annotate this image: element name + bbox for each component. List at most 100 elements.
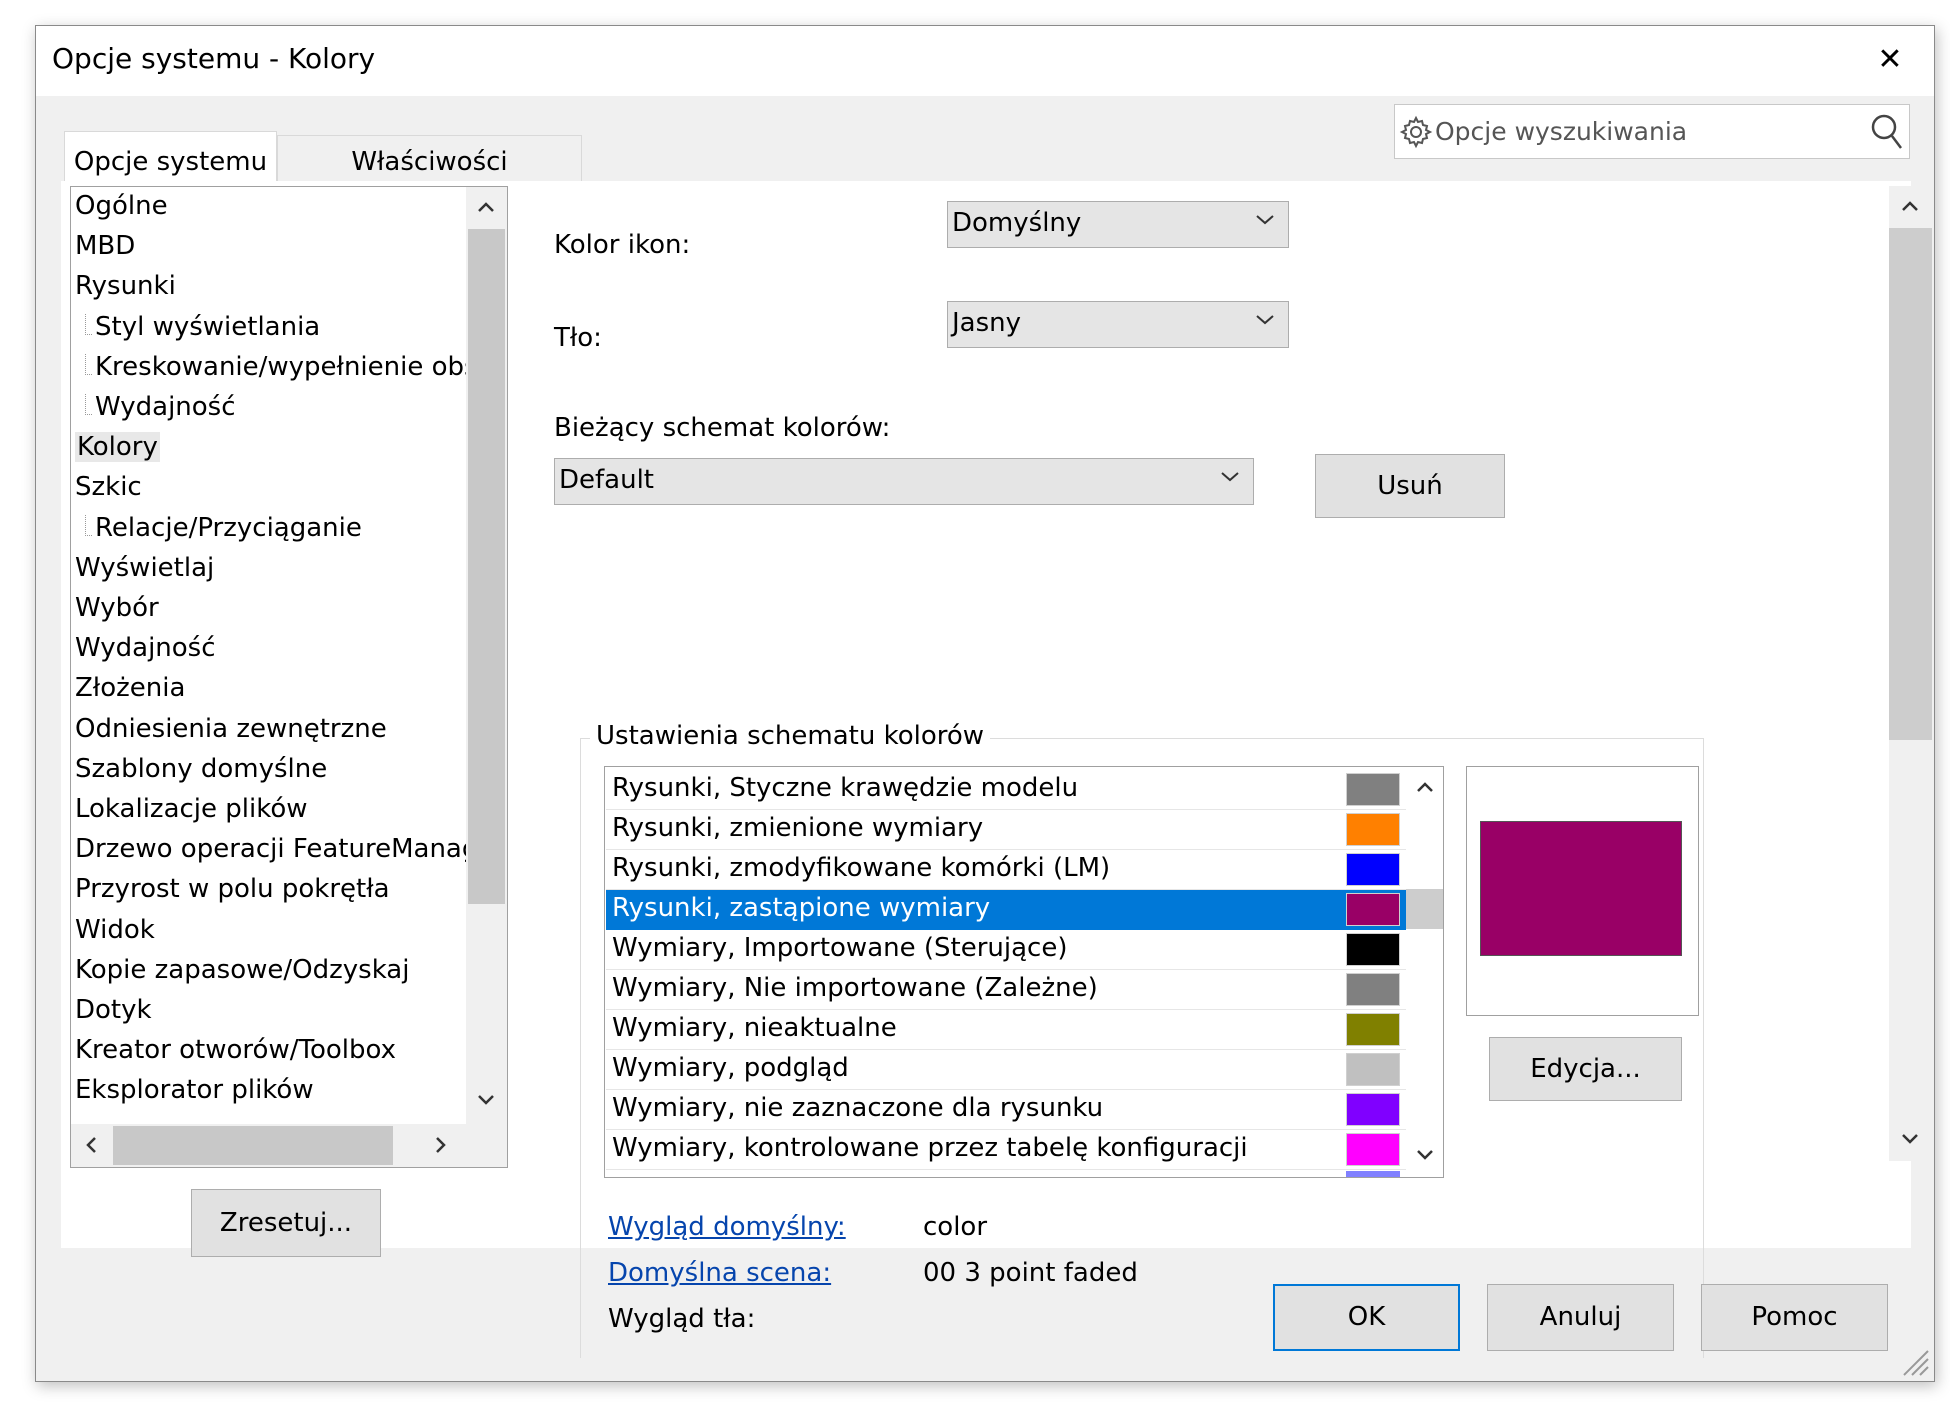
background-select[interactable]: Jasny <box>947 301 1289 348</box>
search-icon[interactable] <box>1869 113 1905 151</box>
cancel-button[interactable]: Anuluj <box>1487 1284 1674 1351</box>
color-scheme-list[interactable]: Rysunki, Styczne krawędzie modelu Rysunki… <box>604 766 1444 1178</box>
tree-item[interactable]: Relacje/Przyciąganie <box>95 513 362 543</box>
tree-connector <box>85 514 92 536</box>
scheme-row[interactable]: Wymiary, kontrolowane przez tabelę konfi… <box>606 1130 1406 1170</box>
default-appearance-value: color <box>923 1212 988 1242</box>
scheme-settings-title: Ustawienia schematu kolorów <box>590 721 991 751</box>
tree-item[interactable]: Kreator otworów/Toolbox <box>75 1035 396 1065</box>
tree-horizontal-scrollbar[interactable] <box>71 1124 507 1167</box>
icon-color-select[interactable]: Domyślny <box>947 201 1289 248</box>
scheme-row[interactable]: Wymiary, Nie importowane (Zależne) <box>606 970 1406 1010</box>
tree-vertical-scrollbar[interactable] <box>466 187 507 1124</box>
color-swatch <box>1346 933 1400 966</box>
color-swatch <box>1346 853 1400 886</box>
scheme-row-label: Wymiary, Importowane (Sterujące) <box>612 933 1068 963</box>
tree-item[interactable]: Odniesienia zewnętrzne <box>75 714 387 744</box>
window-title: Opcje systemu - Kolory <box>52 42 376 75</box>
tree-item[interactable]: Wydajność <box>75 633 216 663</box>
scheme-row[interactable]: Wymiary, podgląd <box>606 1050 1406 1090</box>
scheme-row-label: Wymiary, nieaktualne <box>612 1013 897 1043</box>
tree-item[interactable]: Kolory <box>75 432 160 463</box>
tab-content: Ogólne MBD Rysunki Styl wyświetlania Kreskow… <box>61 181 1932 1358</box>
search-placeholder: Opcje wyszukiwania <box>1435 117 1688 146</box>
scheme-row[interactable]: Wymiary, nie zaznaczone dla rysunku <box>606 1090 1406 1130</box>
delete-scheme-button[interactable]: Usuń <box>1315 454 1505 518</box>
tree-item[interactable]: Przyrost w polu pokrętła <box>75 874 390 904</box>
scheme-row[interactable]: Rysunki, zastąpione wymiary <box>606 890 1406 930</box>
tree-item[interactable]: Ogólne <box>75 191 168 221</box>
current-scheme-select[interactable]: Default <box>554 458 1254 505</box>
tree-item[interactable]: Wyświetlaj <box>75 553 214 583</box>
tree-item[interactable]: Styl wyświetlania <box>95 312 320 342</box>
color-swatch <box>1346 973 1400 1006</box>
reset-button[interactable]: Zresetuj... <box>191 1189 381 1257</box>
tree-item[interactable]: Kreskowanie/wypełnienie obsza <box>95 352 507 382</box>
scheme-row-label: Wymiary, Nie importowane (Zależne) <box>612 973 1098 1003</box>
tree-item[interactable]: Lokalizacje plików <box>75 794 308 824</box>
tree-item[interactable]: Rysunki <box>75 271 176 301</box>
scroll-up-icon[interactable] <box>1892 188 1928 224</box>
list-scrollbar[interactable] <box>1406 767 1443 1177</box>
list-scroll-thumb[interactable] <box>1406 889 1443 929</box>
scheme-row[interactable]: Rysunki, Styczne krawędzie modelu <box>606 770 1406 810</box>
tree-item[interactable]: Dotyk <box>75 995 152 1025</box>
scheme-row-label: Wymiary, nie zaznaczone dla rysunku <box>612 1093 1104 1123</box>
scroll-left-icon[interactable] <box>73 1127 109 1163</box>
tab-document-properties[interactable]: Właściwości dokumentu <box>277 135 582 229</box>
scheme-row[interactable]: Rysunki, zmienione wymiary <box>606 810 1406 850</box>
tree-item[interactable]: Kopie zapasowe/Odzyskaj <box>75 955 409 985</box>
scheme-row[interactable]: Wymiary, Importowane (Sterujące) <box>606 930 1406 970</box>
search-options-input[interactable]: Opcje wyszukiwania <box>1394 104 1910 159</box>
color-swatch <box>1346 1133 1400 1166</box>
scroll-down-icon[interactable] <box>1407 1137 1443 1173</box>
default-appearance-link[interactable]: Wygląd domyślny: <box>608 1212 846 1242</box>
scheme-row-label: Rysunki, zastąpione wymiary <box>612 893 991 923</box>
scheme-row[interactable]: Rysunki, zmodyfikowane komórki (LM) <box>606 850 1406 890</box>
tree-item[interactable]: Złożenia <box>75 673 185 703</box>
ok-button[interactable]: OK <box>1273 1284 1460 1351</box>
tree-connector <box>85 394 92 415</box>
scheme-row-label: Rysunki, Styczne krawędzie modelu <box>612 773 1079 803</box>
content-scrollbar[interactable] <box>1889 186 1932 1161</box>
content-scroll-thumb[interactable] <box>1889 228 1932 740</box>
icon-color-value: Domyślny <box>952 208 1082 238</box>
current-scheme-value: Default <box>559 465 654 495</box>
chevron-down-icon <box>1256 315 1274 325</box>
tree-hscroll-thumb[interactable] <box>113 1126 393 1165</box>
edit-color-button[interactable]: Edycja... <box>1489 1037 1682 1101</box>
color-swatch-partial <box>1346 1171 1400 1177</box>
scheme-row[interactable]: Wymiary, nieaktualne <box>606 1010 1406 1050</box>
options-tree[interactable]: Ogólne MBD Rysunki Styl wyświetlania Kreskow… <box>70 186 508 1168</box>
chevron-down-icon <box>1221 472 1239 482</box>
tree-item[interactable]: MBD <box>75 231 135 261</box>
tree-item[interactable]: Drzewo operacji FeatureManager <box>75 834 505 864</box>
icon-color-label: Kolor ikon: <box>554 230 691 260</box>
scroll-up-icon[interactable] <box>1407 769 1443 805</box>
color-sample-swatch <box>1480 821 1682 956</box>
help-button[interactable]: Pomoc <box>1701 1284 1888 1351</box>
tree-item[interactable]: Eksplorator plików <box>75 1075 314 1105</box>
tree-item[interactable]: Wydajność <box>95 392 236 422</box>
scheme-row-label: Wymiary, kontrolowane przez tabelę konfi… <box>612 1133 1248 1163</box>
gear-icon <box>1399 115 1433 149</box>
tree-item[interactable]: Wybór <box>75 593 159 623</box>
tree-scroll-thumb[interactable] <box>468 229 505 904</box>
scroll-up-icon[interactable] <box>468 189 504 225</box>
scroll-down-icon[interactable] <box>1892 1121 1928 1157</box>
default-scene-value: 00 3 point faded <box>923 1258 1138 1288</box>
scroll-right-icon[interactable] <box>423 1127 459 1163</box>
close-icon[interactable]: ✕ <box>1870 40 1910 80</box>
title-bar: Opcje systemu - Kolory ✕ <box>36 26 1934 96</box>
tree-connector <box>85 353 92 375</box>
tree-item[interactable]: Szkic <box>75 472 142 502</box>
color-preview <box>1466 766 1699 1016</box>
color-swatch <box>1346 1053 1400 1086</box>
options-dialog: Opcje systemu - Kolory ✕ Opcje systemu W… <box>35 25 1935 1382</box>
default-scene-link[interactable]: Domyślna scena: <box>608 1258 831 1288</box>
scheme-row-label: Rysunki, zmienione wymiary <box>612 813 984 843</box>
resize-grip-icon[interactable] <box>1900 1347 1930 1377</box>
tree-item[interactable]: Szablony domyślne <box>75 754 327 784</box>
scroll-down-icon[interactable] <box>468 1082 504 1118</box>
tree-item[interactable]: Widok <box>75 915 155 945</box>
